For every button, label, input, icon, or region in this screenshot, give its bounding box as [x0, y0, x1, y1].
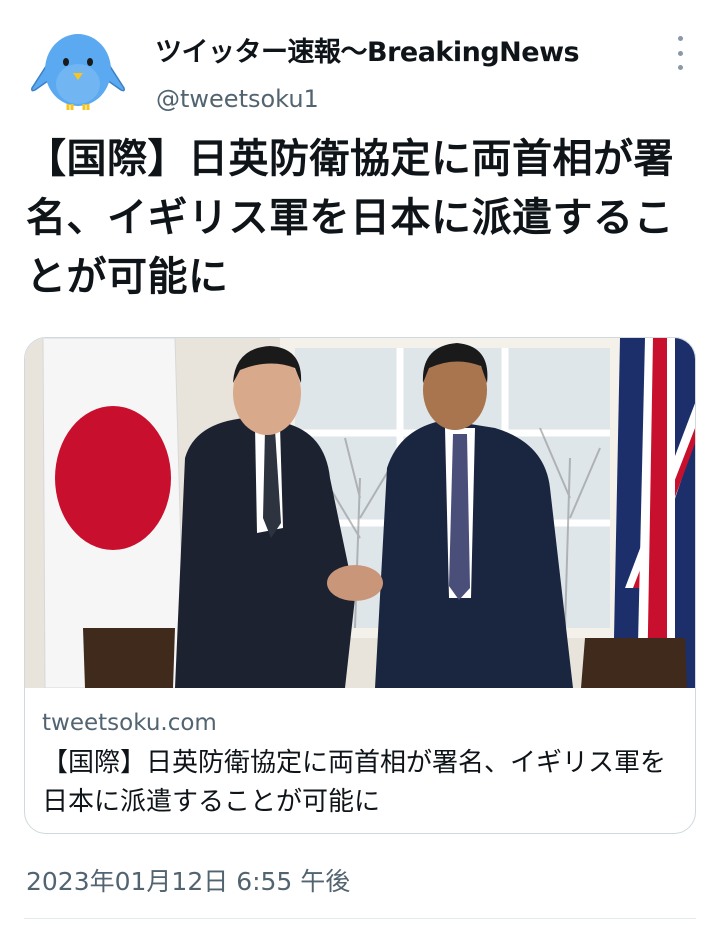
- avatar[interactable]: [28, 30, 128, 112]
- dot: [677, 36, 683, 41]
- card-domain: tweetsoku.com: [42, 710, 217, 736]
- link-card[interactable]: tweetsoku.com 【国際】日英防衛協定に両首相が署名、イギリス軍を日本…: [24, 337, 696, 834]
- more-options-icon[interactable]: [670, 36, 690, 70]
- card-image: [25, 338, 695, 688]
- tweet-timestamp[interactable]: 2023年01月12日 6:55 午後: [26, 862, 350, 898]
- author-handle[interactable]: @tweetsoku1: [156, 85, 319, 113]
- divider: [24, 918, 696, 919]
- tweet-text: 【国際】日英防衛協定に両首相が署名、イギリス軍を日本に派遣することが可能に: [26, 136, 674, 300]
- dot: [677, 65, 683, 70]
- author-display-name[interactable]: ツイッター速報〜BreakingNews: [155, 30, 580, 69]
- dot: [677, 50, 683, 56]
- tweet-header: ツイッター速報〜BreakingNews @tweetsoku1: [0, 0, 720, 120]
- card-title: 【国際】日英防衛協定に両首相が署名、イギリス軍を日本に派遣することが可能に: [42, 748, 667, 817]
- blue-bird-icon: [31, 34, 125, 110]
